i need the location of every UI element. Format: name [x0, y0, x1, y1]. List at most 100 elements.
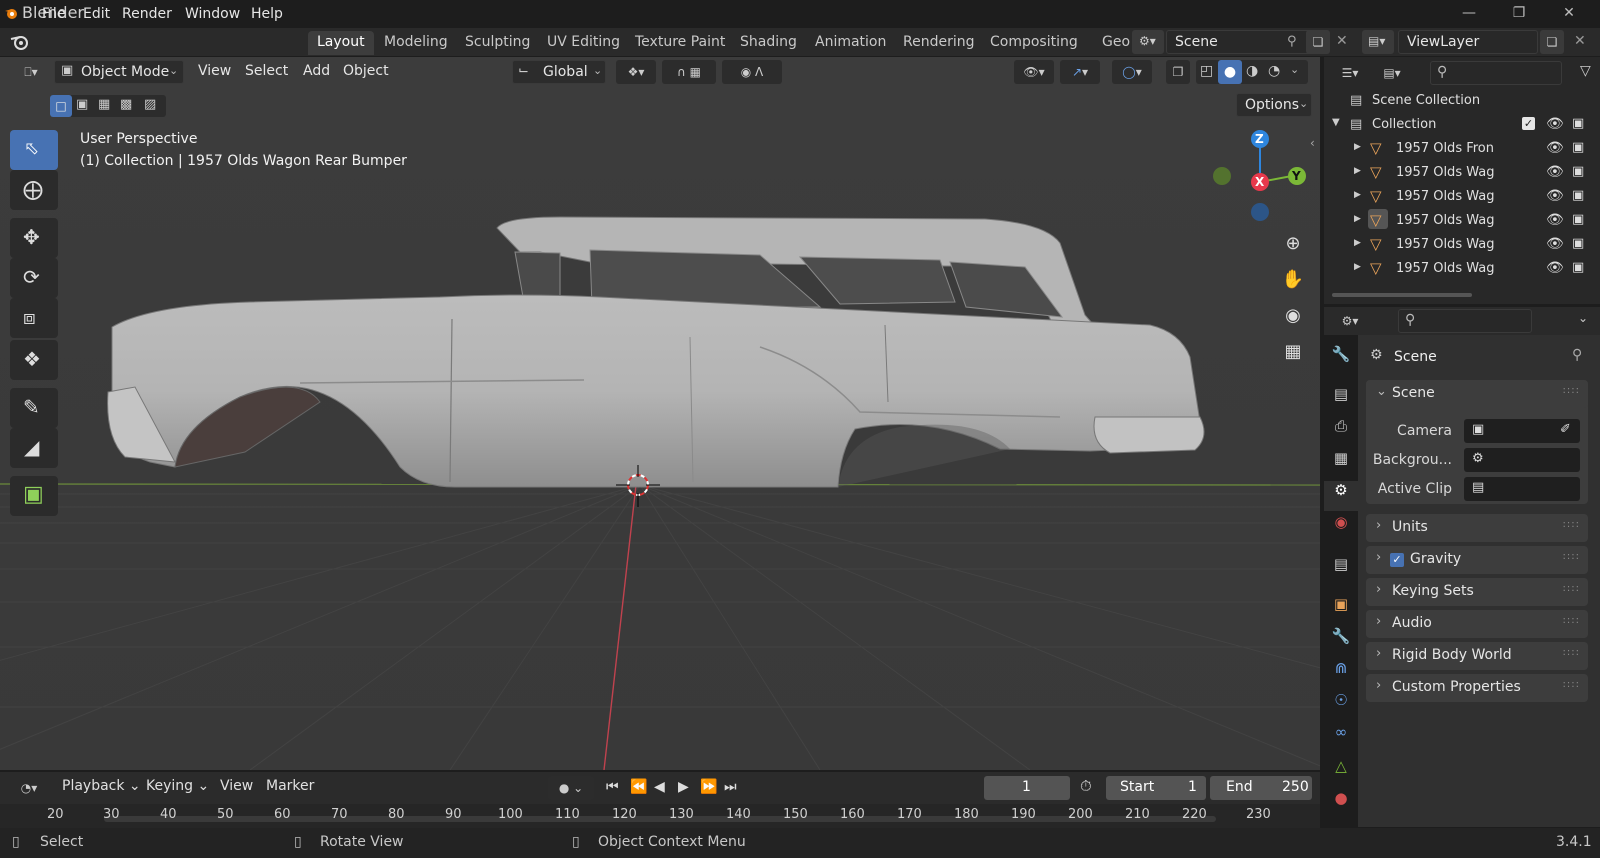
- rotate-tool[interactable]: ⟳: [10, 258, 58, 298]
- chevron-down-icon[interactable]: ⌄: [1290, 63, 1299, 76]
- expand-arrow-icon[interactable]: ▶: [1354, 238, 1361, 248]
- add-cube-tool[interactable]: ▣: [10, 476, 58, 516]
- camera-icon[interactable]: ▣: [1572, 188, 1584, 203]
- end-frame-field[interactable]: End 250: [1210, 776, 1312, 800]
- proportional-editing-button[interactable]: ◉ Λ: [722, 60, 782, 84]
- blender-menu-icon[interactable]: [10, 33, 30, 55]
- delete-scene-icon[interactable]: ✕: [1336, 33, 1348, 49]
- outliner-item[interactable]: ▶ ▽ 1957 Olds Wag 👁 ▣: [1324, 185, 1600, 209]
- select-new-icon[interactable]: □: [50, 95, 72, 117]
- timeline-editor-type-button[interactable]: ◔▾: [10, 776, 48, 800]
- active-clip-field[interactable]: ▤: [1464, 477, 1580, 501]
- expand-arrow-icon[interactable]: ▶: [1354, 190, 1361, 200]
- display-mode-button[interactable]: ▤▾: [1374, 61, 1410, 85]
- sidebar-toggle-icon[interactable]: ‹: [1310, 136, 1315, 150]
- keying-sets-panel[interactable]: › Keying Sets ::::: [1366, 578, 1588, 606]
- marker-menu[interactable]: Marker: [266, 778, 314, 794]
- camera-icon[interactable]: ▣: [1572, 164, 1584, 179]
- modifiers-wrench-icon[interactable]: 🔧: [1324, 627, 1358, 657]
- scene-tab-icon[interactable]: ⚙: [1324, 481, 1358, 511]
- new-viewlayer-button[interactable]: ❏: [1540, 30, 1564, 54]
- camera-icon[interactable]: ▣: [1572, 260, 1584, 275]
- eyedropper-icon[interactable]: ✐: [1560, 422, 1571, 437]
- tab-uv-editing[interactable]: UV Editing: [538, 31, 629, 55]
- pan-hand-icon[interactable]: ✋: [1276, 263, 1310, 297]
- material-preview-icon[interactable]: ◑: [1246, 63, 1258, 79]
- outliner-item[interactable]: ▶ ▽ 1957 Olds Wag 👁 ▣: [1324, 257, 1600, 281]
- viewport-menu-select[interactable]: Select: [245, 63, 288, 79]
- camera-icon[interactable]: ▣: [1572, 212, 1584, 227]
- zoom-icon[interactable]: ⊕: [1276, 227, 1310, 261]
- camera-icon[interactable]: ▣: [1572, 140, 1584, 155]
- jump-keyframe-forward-icon[interactable]: ⏩: [700, 779, 717, 795]
- output-tab-icon[interactable]: ⎙: [1324, 417, 1358, 447]
- background-scene-field[interactable]: ⚙: [1464, 448, 1580, 472]
- viewlayer-selector[interactable]: ViewLayer: [1398, 30, 1538, 54]
- delete-viewlayer-icon[interactable]: ✕: [1574, 33, 1586, 49]
- stopwatch-icon[interactable]: ⏱: [1080, 777, 1092, 795]
- editor-type-button[interactable]: ⎕▾: [12, 60, 50, 84]
- outliner-item[interactable]: ▶ ▽ 1957 Olds Wag 👁 ▣: [1324, 209, 1600, 233]
- outliner-editor-type-button[interactable]: ☰▾: [1332, 61, 1368, 85]
- properties-editor-type-button[interactable]: ⚙▾: [1332, 309, 1368, 333]
- menu-file[interactable]: File: [36, 4, 71, 24]
- units-panel[interactable]: › Units ::::: [1366, 514, 1588, 542]
- expand-arrow-icon[interactable]: ▶: [1354, 142, 1361, 152]
- minimize-button[interactable]: —: [1446, 2, 1492, 24]
- tab-sculpting[interactable]: Sculpting: [456, 31, 539, 55]
- view-layer-tab-icon[interactable]: ▦: [1324, 449, 1358, 479]
- solid-shading-icon[interactable]: ●: [1218, 60, 1242, 84]
- audio-panel[interactable]: › Audio ::::: [1366, 610, 1588, 638]
- drag-handle-icon[interactable]: ::::: [1563, 679, 1580, 690]
- outliner-item[interactable]: ▶ ▽ 1957 Olds Wag 👁 ▣: [1324, 233, 1600, 257]
- pin-icon[interactable]: ⚲: [1287, 34, 1297, 49]
- jump-keyframe-back-icon[interactable]: ⏪: [630, 779, 647, 795]
- snap-button[interactable]: ∩ ▦: [662, 60, 716, 84]
- scene-collection-row[interactable]: ▤ Scene Collection: [1324, 89, 1600, 113]
- camera-icon[interactable]: ▣: [1572, 116, 1584, 131]
- move-tool[interactable]: ✥: [10, 218, 58, 258]
- tool-tab-icon[interactable]: 🔧: [1324, 345, 1358, 375]
- filter-icon[interactable]: ▽: [1580, 63, 1591, 79]
- collection-row[interactable]: ▼ ▤ Collection ✓ 👁 ▣: [1324, 113, 1600, 137]
- gravity-panel[interactable]: › ✓ Gravity ::::: [1366, 546, 1588, 574]
- jump-start-icon[interactable]: ⏮: [606, 779, 619, 795]
- tab-animation[interactable]: Animation: [806, 31, 895, 55]
- xray-toggle-button[interactable]: ❐: [1166, 60, 1190, 84]
- menu-window[interactable]: Window: [179, 4, 246, 24]
- select-subtract-icon[interactable]: ▦: [98, 97, 110, 112]
- outliner-item[interactable]: ▶ ▽ 1957 Olds Fron 👁 ▣: [1324, 137, 1600, 161]
- tab-texture-paint[interactable]: Texture Paint: [626, 31, 734, 55]
- drag-handle-icon[interactable]: ::::: [1563, 583, 1580, 594]
- eye-icon[interactable]: 👁: [1546, 212, 1564, 228]
- auto-keying-button[interactable]: ● ⌄: [548, 776, 594, 800]
- tab-compositing[interactable]: Compositing: [981, 31, 1087, 55]
- pivot-point-button[interactable]: ❖▾: [616, 60, 656, 84]
- world-tab-icon[interactable]: ◉: [1324, 513, 1358, 543]
- expand-arrow-icon[interactable]: ▶: [1354, 166, 1361, 176]
- scene-selector[interactable]: Scene ⚲: [1166, 30, 1326, 54]
- new-scene-button[interactable]: ❏: [1306, 30, 1330, 54]
- scene-panel-header[interactable]: ⌄ Scene ::::: [1366, 380, 1588, 408]
- constraints-tab-icon[interactable]: ∞: [1324, 723, 1358, 753]
- render-tab-icon[interactable]: ▤: [1324, 385, 1358, 415]
- viewlayer-browse-button[interactable]: ▤▾: [1362, 30, 1394, 54]
- tab-shading[interactable]: Shading: [731, 31, 806, 55]
- perspective-grid-icon[interactable]: ▦: [1276, 335, 1310, 369]
- play-reverse-icon[interactable]: ◀: [654, 779, 665, 795]
- scale-tool[interactable]: ⧈: [10, 298, 58, 338]
- scene-browse-button[interactable]: ⚙▾: [1132, 30, 1164, 54]
- menu-edit[interactable]: Edit: [77, 4, 116, 24]
- physics-tab-icon[interactable]: ☉: [1324, 691, 1358, 721]
- transform-orientation-dropdown[interactable]: ⌙ Global ⌄: [512, 60, 606, 84]
- visibility-selectability-button[interactable]: 👁▾: [1014, 60, 1054, 84]
- viewport-menu-add[interactable]: Add: [303, 63, 330, 79]
- outliner-scrollbar[interactable]: [1332, 293, 1472, 297]
- mesh-data-tab-icon[interactable]: △: [1324, 757, 1358, 787]
- select-intersect-icon[interactable]: ▨: [144, 97, 156, 112]
- drag-handle-icon[interactable]: ::::: [1563, 551, 1580, 562]
- rendered-shading-icon[interactable]: ◔: [1268, 63, 1280, 79]
- gizmo-toggle-button[interactable]: ↗▾: [1060, 60, 1100, 84]
- eye-icon[interactable]: 👁: [1546, 260, 1564, 276]
- start-frame-field[interactable]: Start 1: [1106, 776, 1206, 800]
